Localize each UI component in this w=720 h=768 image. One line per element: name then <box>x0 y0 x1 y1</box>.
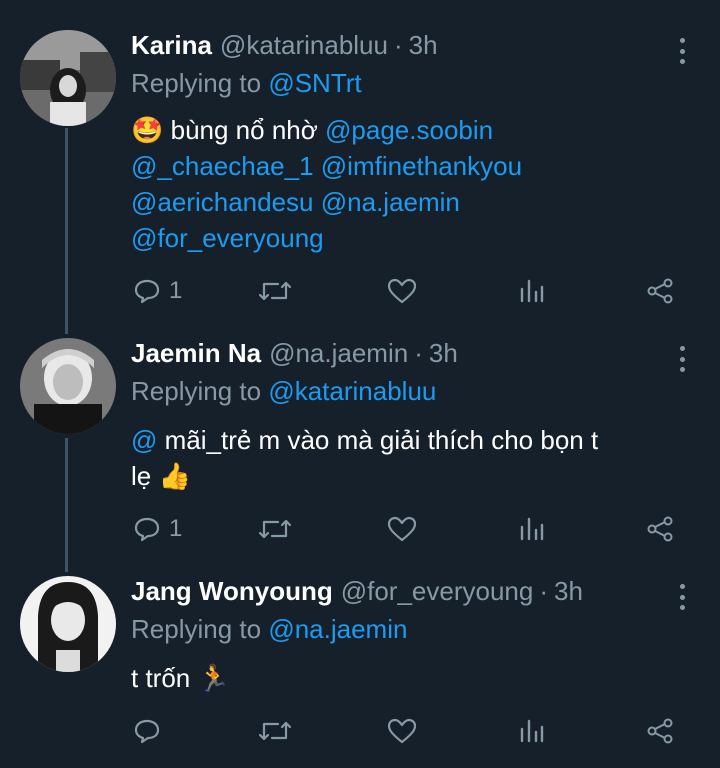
tweet-text: @ mãi_trẻ m vào mà giải thích cho bọn t … <box>131 422 691 494</box>
share-button[interactable] <box>645 714 675 748</box>
tweet[interactable]: Jang Wonyoung @for_everyoung · 3h Replyi… <box>0 576 720 756</box>
heart-icon <box>387 516 417 542</box>
mention[interactable]: @_chaechae_1 <box>131 151 314 181</box>
share-button[interactable] <box>645 512 675 546</box>
tweet-text: t trốn 🏃 <box>131 660 691 696</box>
reply-button[interactable]: 1 <box>133 274 182 308</box>
analytics-icon <box>520 517 544 541</box>
replying-prefix: Replying to <box>131 68 262 98</box>
share-icon <box>647 516 673 542</box>
mention[interactable]: @ <box>131 425 157 455</box>
heart-icon <box>387 718 417 744</box>
reply-button[interactable] <box>133 714 169 748</box>
text: mãi_trẻ m vào mà giải thích cho bọn t <box>164 425 599 455</box>
reply-count: 1 <box>169 277 183 304</box>
replying-to-mention[interactable]: @katarinabluu <box>268 376 436 406</box>
text: lẹ <box>131 461 152 491</box>
retweet-icon <box>258 519 292 539</box>
username[interactable]: @katarinabluu <box>220 30 388 61</box>
more-vertical-icon[interactable] <box>678 38 686 64</box>
text: t trốn <box>131 663 191 693</box>
tweet-header: Jang Wonyoung @for_everyoung · 3h <box>131 576 583 612</box>
timestamp[interactable]: 3h <box>554 576 583 607</box>
tweet-header: Karina @katarinabluu · 3h <box>131 30 438 66</box>
replying-to: Replying to @na.jaemin <box>131 614 407 645</box>
avatar[interactable] <box>20 576 116 672</box>
star-struck-emoji: 🤩 <box>131 115 164 145</box>
tweet[interactable]: Karina @katarinabluu · 3h Replying to @S… <box>0 30 720 320</box>
tweet-header: Jaemin Na @na.jaemin · 3h <box>131 338 458 374</box>
retweet-icon <box>258 281 292 301</box>
mention[interactable]: @aerichandesu <box>131 187 314 217</box>
username[interactable]: @for_everyoung <box>341 576 534 607</box>
more-vertical-icon[interactable] <box>678 584 686 610</box>
separator: · <box>393 30 403 60</box>
display-name[interactable]: Jang Wonyoung <box>131 576 333 607</box>
like-button[interactable] <box>387 714 417 748</box>
replying-prefix: Replying to <box>131 376 262 406</box>
mention[interactable]: @na.jaemin <box>321 187 460 217</box>
tweet-actions: 1 <box>131 512 691 546</box>
replying-to-mention[interactable]: @SNTrt <box>268 68 361 98</box>
replying-to: Replying to @katarinabluu <box>131 376 436 407</box>
analytics-button[interactable] <box>519 274 545 308</box>
text: bùng nổ nhờ <box>170 115 318 145</box>
analytics-button[interactable] <box>519 512 545 546</box>
separator: · <box>414 338 423 368</box>
avatar[interactable] <box>20 30 116 126</box>
display-name[interactable]: Jaemin Na <box>131 338 261 369</box>
retweet-icon <box>258 721 292 741</box>
replying-to: Replying to @SNTrt <box>131 68 362 99</box>
heart-icon <box>387 278 417 304</box>
share-icon <box>647 718 673 744</box>
like-button[interactable] <box>387 274 417 308</box>
like-button[interactable] <box>387 512 417 546</box>
tweet-actions <box>131 714 691 748</box>
share-icon <box>647 278 673 304</box>
tweet-actions: 1 <box>131 274 691 308</box>
reply-icon <box>134 517 160 542</box>
timestamp[interactable]: 3h <box>409 30 438 61</box>
mention[interactable]: @for_everyoung <box>131 223 324 253</box>
retweet-button[interactable] <box>258 512 292 546</box>
reply-count: 1 <box>169 515 183 542</box>
mention[interactable]: @imfinethankyou <box>321 151 522 181</box>
share-button[interactable] <box>645 274 675 308</box>
more-vertical-icon[interactable] <box>678 346 686 372</box>
reply-button[interactable]: 1 <box>133 512 182 546</box>
analytics-icon <box>520 279 544 303</box>
analytics-icon <box>520 719 544 743</box>
replying-to-mention[interactable]: @na.jaemin <box>268 614 407 644</box>
thumbs-up-emoji: 👍 <box>158 461 191 491</box>
analytics-button[interactable] <box>519 714 545 748</box>
replying-prefix: Replying to <box>131 614 262 644</box>
username[interactable]: @na.jaemin <box>269 338 408 369</box>
reply-icon <box>134 719 160 744</box>
avatar[interactable] <box>20 338 116 434</box>
running-emoji: 🏃 <box>197 663 230 693</box>
retweet-button[interactable] <box>258 714 292 748</box>
reply-icon <box>134 279 160 304</box>
tweet[interactable]: Jaemin Na @na.jaemin · 3h Replying to @k… <box>0 338 720 558</box>
timestamp[interactable]: 3h <box>429 338 458 369</box>
mention[interactable]: @page.soobin <box>325 115 493 145</box>
display-name[interactable]: Karina <box>131 30 212 61</box>
tweet-text: 🤩 bùng nổ nhờ @page.soobin @_chaechae_1 … <box>131 112 691 256</box>
retweet-button[interactable] <box>258 274 292 308</box>
separator: · <box>539 576 549 606</box>
